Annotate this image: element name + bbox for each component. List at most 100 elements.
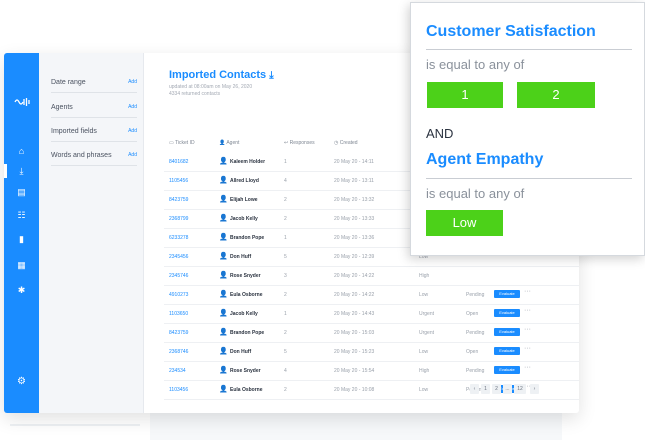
created-date: 20 May 20 - 14:11 — [334, 159, 374, 165]
avatar-icon: 👤 — [219, 177, 228, 184]
document-icon[interactable]: ▤ — [4, 186, 39, 198]
avatar-icon: 👤 — [219, 158, 228, 165]
ticket-id[interactable]: 2345456 — [169, 254, 188, 260]
more-menu-button[interactable]: ··· — [524, 345, 531, 352]
responses-count: 1 — [284, 159, 287, 165]
download-icon[interactable]: ⤓ — [269, 70, 273, 81]
filter-item[interactable]: Agents Add — [51, 104, 137, 118]
more-menu-button[interactable]: ··· — [524, 326, 531, 333]
responses-count: 2 — [284, 292, 287, 298]
created-date: 20 May 20 - 13:33 — [334, 216, 375, 222]
table-row[interactable]: 234534 👤 Rose Snyder 4 20 May 20 - 15:54 High… — [164, 361, 579, 381]
add-filter-link[interactable]: Add — [128, 128, 137, 134]
filter-item[interactable]: Words and phrases Add — [51, 152, 137, 166]
evaluate-button[interactable]: Evaluate — [494, 366, 520, 374]
page-button[interactable]: › — [530, 384, 539, 394]
filter-item[interactable]: Date range Add — [51, 79, 137, 93]
evaluate-button[interactable]: Evaluate — [494, 347, 520, 355]
active-indicator — [4, 164, 7, 178]
responses-count: 3 — [284, 273, 287, 279]
and-operator: AND — [426, 126, 454, 141]
priority: Low — [419, 292, 429, 298]
priority: Urgent — [419, 330, 435, 336]
value-chip-low[interactable]: Low — [426, 210, 503, 236]
download-icon[interactable]: ⤓ — [4, 165, 39, 177]
avatar-icon: 👤 — [219, 272, 228, 279]
filter-label: Imported fields — [51, 128, 97, 135]
status: Pending — [466, 368, 485, 374]
more-menu-button[interactable]: ··· — [524, 307, 531, 314]
voice-waves-icon — [4, 96, 39, 111]
evaluate-button[interactable]: Evaluate — [494, 328, 520, 336]
page-button[interactable]: 12 — [514, 384, 526, 394]
agent-name: Eula Osborne — [230, 292, 263, 298]
responses-count: 4 — [284, 368, 287, 374]
evaluate-button[interactable]: Evaluate — [494, 290, 520, 298]
grid-icon[interactable]: ▦ — [4, 259, 39, 271]
gear-icon[interactable]: ⚙ — [4, 376, 39, 388]
bar-chart-icon[interactable]: ▮ — [4, 233, 39, 245]
filter-label: Words and phrases — [51, 152, 112, 159]
table-row[interactable]: 8423759 👤 Brandon Pope 2 20 May 20 - 15:03 Ur… — [164, 323, 579, 343]
evaluate-button[interactable]: Evaluate — [494, 309, 520, 317]
ticket-id[interactable]: 4910273 — [169, 292, 188, 298]
page-button[interactable]: ... — [503, 384, 512, 394]
agent-name: Jacob Kelly — [230, 216, 258, 222]
home-icon[interactable]: ⌂ — [4, 145, 39, 157]
ticket-id[interactable]: 2345746 — [169, 273, 188, 279]
ticket-id[interactable]: 6233278 — [169, 235, 188, 241]
settings-icon[interactable]: ✱ — [4, 284, 39, 296]
agent-header[interactable]: 👤 Agent — [219, 140, 239, 146]
value-chip-2[interactable]: 2 — [517, 82, 595, 108]
ticket-id[interactable]: 1103650 — [169, 311, 188, 317]
responses-count: 2 — [284, 197, 287, 203]
table-row[interactable]: 2368746 👤 Don Huff 5 20 May 20 - 15:23 Low Ope… — [164, 342, 579, 362]
updated-text: updated at 08:00am on May 26, 2020 — [169, 84, 253, 90]
ticket-id[interactable]: 234534 — [169, 368, 186, 374]
ticket-id[interactable]: 2368799 — [169, 216, 188, 222]
filter-item[interactable]: Imported fields Add — [51, 128, 137, 142]
ticket-id[interactable]: 8423759 — [169, 197, 188, 203]
responses-header[interactable]: ↩ Responses — [284, 140, 315, 146]
page-button[interactable]: 2 — [492, 384, 501, 394]
add-filter-link[interactable]: Add — [128, 104, 137, 110]
value-chip-1[interactable]: 1 — [427, 82, 503, 108]
agent-empathy-title: Agent Empathy — [426, 151, 544, 168]
responses-count: 5 — [284, 349, 287, 355]
add-filter-link[interactable]: Add — [128, 79, 137, 85]
responses-count: 2 — [284, 216, 287, 222]
table-row[interactable]: 4910273 👤 Eula Osborne 2 20 May 20 - 14:22 Lo… — [164, 285, 579, 305]
filter-panel: Date range Add Agents Add Imported fields Add… — [39, 53, 144, 413]
created-date: 20 May 20 - 13:11 — [334, 178, 374, 184]
users-icon[interactable]: ☷ — [4, 209, 39, 221]
responses-count: 2 — [284, 330, 287, 336]
more-menu-button[interactable]: ··· — [524, 364, 531, 371]
priority: Urgent — [419, 311, 435, 317]
more-menu-button[interactable]: ··· — [524, 288, 531, 295]
page-button[interactable]: 1 — [481, 384, 490, 394]
created-date: 20 May 20 - 15:23 — [334, 349, 375, 355]
created-header[interactable]: ◷ Created — [334, 140, 358, 146]
agent-name: Jacob Kelly — [230, 311, 258, 317]
filter-label: Agents — [51, 104, 73, 111]
responses-count: 1 — [284, 235, 287, 241]
avatar-icon: 👤 — [219, 234, 228, 241]
avatar-icon: 👤 — [219, 329, 228, 336]
table-row[interactable]: 2345746 👤 Rose Snyder 3 20 May 20 - 14:22 Hig… — [164, 266, 579, 286]
pagination: ‹ 1 2... 12 › — [144, 384, 579, 394]
created-date: 20 May 20 - 12:39 — [334, 254, 375, 260]
created-date: 20 May 20 - 14:22 — [334, 292, 375, 298]
page-button[interactable]: ‹ — [470, 384, 479, 394]
add-filter-link[interactable]: Add — [128, 152, 137, 158]
ticket-id-header[interactable]: ▭ Ticket ID — [169, 140, 195, 146]
ticket-id[interactable]: 2368746 — [169, 349, 188, 355]
filter-popup: Customer Satisfaction is equal to any of… — [410, 2, 645, 256]
ticket-id[interactable]: 8423759 — [169, 330, 188, 336]
ticket-id[interactable]: 8401682 — [169, 159, 188, 165]
ticket-id[interactable]: 1105456 — [169, 178, 188, 184]
filter-label: Date range — [51, 79, 86, 86]
responses-count: 5 — [284, 254, 287, 260]
table-row[interactable]: 1103650 👤 Jacob Kelly 1 20 May 20 - 14:43 Urg… — [164, 304, 579, 324]
count-text: 4334 returned contacts — [169, 91, 221, 97]
divider — [426, 178, 632, 179]
